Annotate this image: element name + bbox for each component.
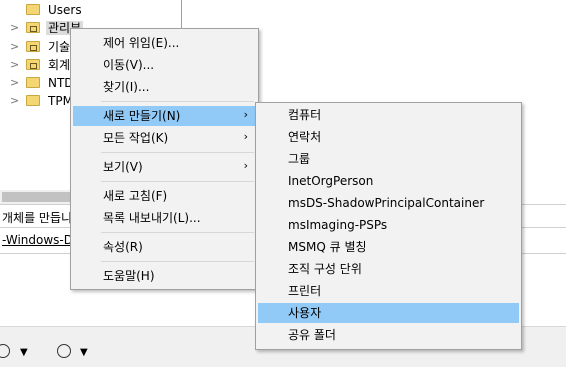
menu-item-export-list[interactable]: 목록 내보내기(L)... — [73, 208, 256, 228]
submenu-arrow-icon: › — [243, 108, 248, 121]
menu-item-label: 모든 작업(K) — [103, 131, 169, 145]
submenu-arrow-icon: › — [243, 130, 248, 143]
ou-folder-icon — [26, 41, 40, 52]
submenu-item-msimaging-psps[interactable]: msImaging-PSPs — [258, 215, 519, 235]
menu-item-new[interactable]: 새로 만들기(N) › — [73, 106, 256, 126]
description-text: 개체를 만듭니 — [2, 211, 73, 225]
chevron-right-icon[interactable]: > — [10, 58, 19, 72]
menu-item-help[interactable]: 도움말(H) — [73, 266, 256, 286]
menu-item-label: InetOrgPerson — [288, 174, 374, 188]
new-submenu: 컴퓨터 연락처 그룹 InetOrgPerson msDS-ShadowPrin… — [255, 102, 522, 350]
menu-separator — [101, 181, 254, 182]
submenu-item-computer[interactable]: 컴퓨터 — [258, 105, 519, 125]
tree-item-label: 회계 — [48, 58, 71, 72]
submenu-item-msmq-alias[interactable]: MSMQ 큐 별칭 — [258, 237, 519, 257]
menu-item-label: 새로 만들기(N) — [103, 109, 181, 123]
menu-item-label: 프린터 — [288, 284, 322, 298]
menu-separator — [101, 232, 254, 233]
tree-item-label: 기술 — [48, 40, 71, 54]
menu-item-label: 제어 위임(E)... — [103, 36, 180, 50]
menu-item-all-tasks[interactable]: 모든 작업(K) › — [73, 128, 256, 148]
menu-item-label: 목록 내보내기(L)... — [103, 211, 201, 225]
submenu-item-printer[interactable]: 프린터 — [258, 281, 519, 301]
menu-item-label: 공유 폴더 — [288, 328, 336, 342]
submenu-arrow-icon: › — [243, 159, 248, 172]
menu-item-label: msDS-ShadowPrincipalContainer — [288, 196, 485, 210]
chevron-down-icon[interactable]: ▼ — [20, 347, 28, 358]
chevron-right-icon[interactable]: > — [10, 40, 19, 54]
scrollbar-thumb[interactable] — [2, 192, 80, 202]
folder-icon — [26, 95, 40, 106]
submenu-item-shadow-principal-container[interactable]: msDS-ShadowPrincipalContainer — [258, 193, 519, 213]
menu-item-refresh[interactable]: 새로 고침(F) — [73, 186, 256, 206]
menu-item-label: MSMQ 큐 별칭 — [288, 240, 367, 254]
chevron-right-icon[interactable]: > — [10, 21, 19, 35]
chevron-right-icon[interactable]: > — [10, 76, 19, 90]
submenu-item-shared-folder[interactable]: 공유 폴더 — [258, 325, 519, 345]
ou-folder-icon — [26, 22, 40, 33]
submenu-item-contact[interactable]: 연락처 — [258, 127, 519, 147]
menu-item-label: 조직 구성 단위 — [288, 262, 362, 276]
menu-separator — [101, 261, 254, 262]
chevron-down-icon[interactable]: ▼ — [80, 347, 88, 358]
menu-item-delegate-control[interactable]: 제어 위임(E)... — [73, 33, 256, 53]
save-icon[interactable] — [57, 344, 71, 358]
view-list-icon[interactable] — [0, 344, 10, 358]
menu-item-label: 사용자 — [288, 306, 322, 320]
menu-item-move[interactable]: 이동(V)... — [73, 55, 256, 75]
menu-item-label: 컴퓨터 — [288, 108, 322, 122]
folder-icon — [26, 4, 40, 15]
menu-item-label: 새로 고침(F) — [103, 189, 168, 203]
menu-item-label: 보기(V) — [103, 160, 143, 174]
menu-item-label: 그룹 — [288, 152, 311, 166]
menu-item-label: msImaging-PSPs — [288, 218, 388, 232]
chevron-right-icon[interactable]: > — [10, 94, 19, 108]
menu-separator — [101, 152, 254, 153]
menu-item-label: 속성(R) — [103, 240, 143, 254]
ou-folder-icon — [26, 59, 40, 70]
menu-item-label: 이동(V)... — [103, 58, 155, 72]
submenu-item-group[interactable]: 그룹 — [258, 149, 519, 169]
tree-item-label: Users — [48, 3, 82, 17]
submenu-item-inetorgperson[interactable]: InetOrgPerson — [258, 171, 519, 191]
menu-item-find[interactable]: 찾기(I)... — [73, 77, 256, 97]
menu-item-view[interactable]: 보기(V) › — [73, 157, 256, 177]
submenu-item-user[interactable]: 사용자 — [258, 303, 519, 323]
submenu-item-organizational-unit[interactable]: 조직 구성 단위 — [258, 259, 519, 279]
menu-separator — [101, 101, 254, 102]
menu-item-label: 찾기(I)... — [103, 80, 150, 94]
context-menu: 제어 위임(E)... 이동(V)... 찾기(I)... 새로 만들기(N) … — [70, 28, 259, 290]
menu-item-properties[interactable]: 속성(R) — [73, 237, 256, 257]
tree-item-users[interactable]: Users — [0, 1, 182, 19]
folder-icon — [26, 77, 40, 88]
menu-item-label: 연락처 — [288, 130, 322, 144]
menu-item-label: 도움말(H) — [103, 269, 155, 283]
